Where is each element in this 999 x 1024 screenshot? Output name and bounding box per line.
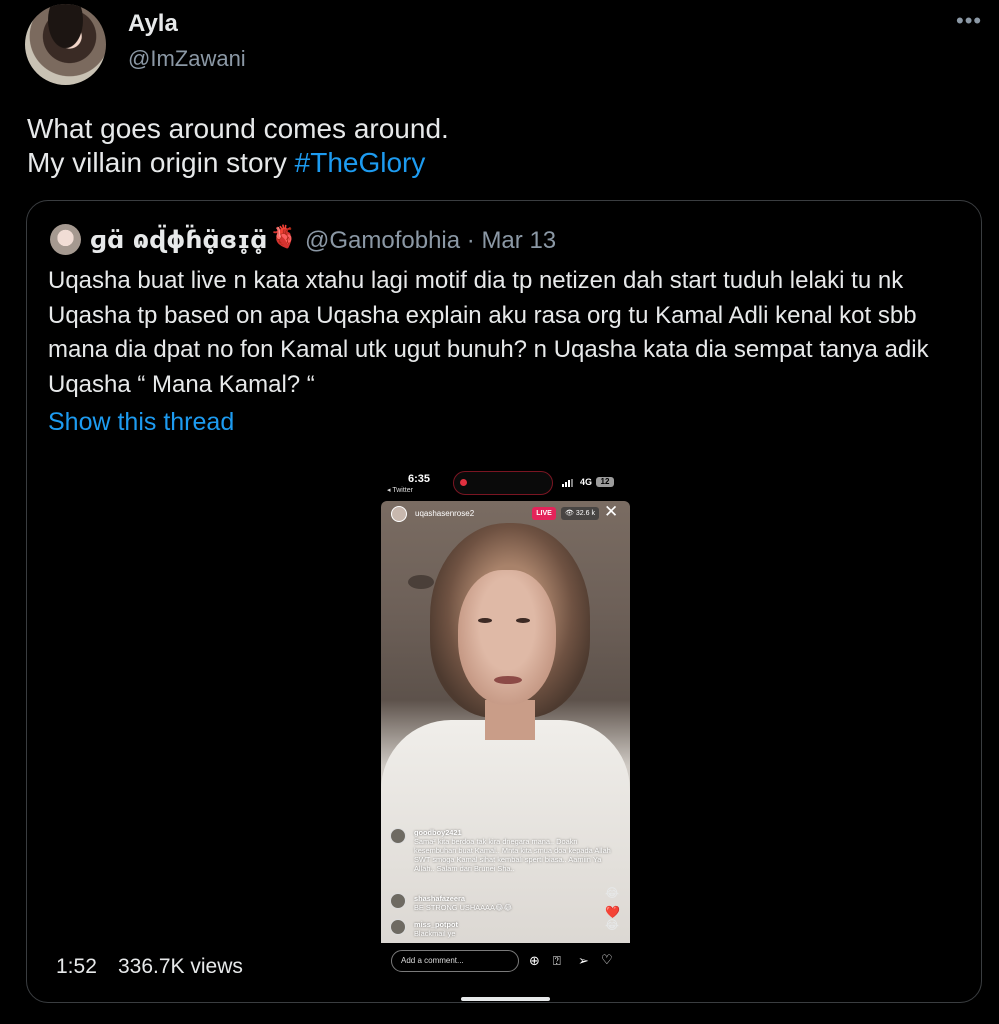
author-avatar[interactable] — [25, 4, 106, 85]
tweet-text-line1: What goes around comes around. — [27, 113, 449, 144]
reaction-emoji: 😂 — [605, 918, 620, 932]
home-indicator — [461, 997, 550, 1001]
tweet-text: What goes around comes around. My villai… — [27, 112, 967, 180]
close-icon[interactable]: ✕ — [604, 502, 618, 522]
comment-avatar — [390, 893, 406, 909]
quoted-handle-date[interactable]: @Gamofobhia · Mar 13 — [305, 227, 556, 255]
hashtag-link[interactable]: #TheGlory — [295, 147, 426, 178]
anatomical-heart-emoji: 🫀 — [270, 224, 298, 249]
question-icon[interactable]: ⍰ — [553, 953, 561, 969]
author-handle[interactable]: @ImZawani — [128, 46, 246, 72]
viewer-count-badge: 👁 32.6 k — [561, 507, 599, 520]
video-views: 336.7K views — [118, 955, 243, 978]
author-name[interactable]: Ayla — [128, 10, 178, 38]
list-item: shashafazeera BE STRONG USHAAAA😂😂 — [414, 894, 594, 912]
video-duration: 1:52 — [56, 955, 97, 978]
comment-avatar — [390, 828, 406, 844]
list-item: goodboy2421 Sama² kita berdoa tak kira d… — [414, 828, 614, 873]
comment-text: BE STRONG USHAAAA😂😂 — [414, 903, 513, 912]
recording-dot-icon — [460, 479, 467, 486]
tweet-text-line2-prefix: My villain origin story — [27, 147, 295, 178]
quoted-tweet-text: Uqasha buat live n kata xtahu lagi motif… — [48, 267, 929, 398]
comment-user: miss_potpot — [414, 920, 458, 929]
reaction-emoji: 😂 — [605, 886, 620, 900]
tweet-text-line2: My villain origin story #TheGlory — [27, 146, 967, 180]
quoted-author-avatar[interactable] — [50, 224, 81, 255]
live-user-avatar[interactable] — [391, 506, 407, 522]
right-eye-shape — [516, 618, 530, 623]
phone-time: 6:35 — [408, 473, 431, 485]
network-label: 4G — [580, 477, 593, 487]
live-badge: LIVE — [532, 507, 556, 520]
heart-icon[interactable]: ♡ — [601, 952, 613, 968]
share-icon[interactable]: ➢ — [578, 953, 589, 969]
live-username[interactable]: uqashasenrose2 — [415, 509, 474, 518]
mouth-shape — [494, 676, 522, 684]
comment-text: Blackmail ye — [414, 929, 456, 938]
battery-icon: 12 — [596, 477, 614, 487]
show-thread-link[interactable]: Show this thread — [48, 408, 234, 437]
person-face-shape — [458, 570, 556, 705]
comment-text: Sama² kita berdoa tak kira dnegara mana.… — [414, 837, 611, 873]
list-item: miss_potpot Blackmail ye — [414, 920, 594, 938]
comment-avatar — [390, 919, 406, 935]
dynamic-island — [453, 471, 553, 495]
add-icon[interactable]: ⊕ — [529, 953, 540, 969]
back-to-twitter-label: ◂ Twitter — [387, 487, 413, 494]
more-options-icon[interactable]: ••• — [956, 8, 982, 34]
reaction-emoji: ❤️ — [605, 905, 620, 919]
person-neck-shape — [485, 700, 535, 740]
left-eye-shape — [478, 618, 492, 623]
signal-icon — [562, 479, 574, 487]
quoted-author-name[interactable]: ɡɑ̈ ɷɖ̈ɸɦ̈ɑ̥̥̈ɞɪ̥ɑ̥̈ — [90, 226, 267, 254]
comment-user: shashafazeera — [414, 894, 465, 903]
ceiling-light-shape — [408, 575, 434, 589]
comment-user: goodboy2421 — [414, 828, 462, 837]
add-comment-input[interactable]: Add a comment... — [391, 950, 519, 972]
